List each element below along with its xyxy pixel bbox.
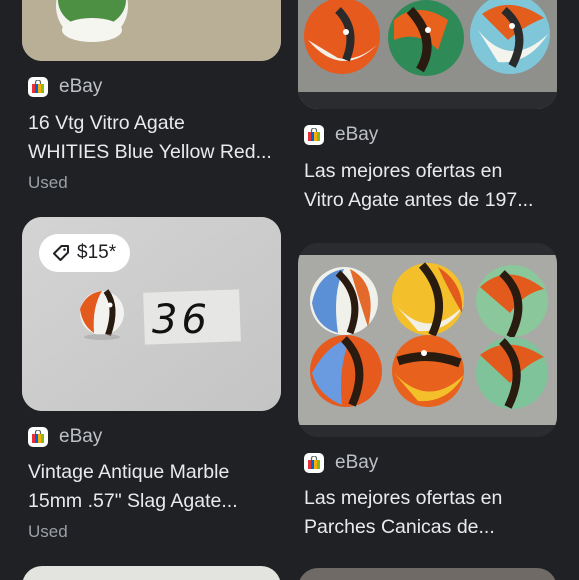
title-line: 15mm .57" Slag Agate...	[28, 490, 238, 512]
result-thumbnail[interactable]	[298, 243, 557, 437]
marble-photo	[22, 0, 281, 61]
result-source[interactable]: eBay	[304, 452, 378, 474]
ebay-shopping-bag-icon	[304, 453, 324, 473]
result-title[interactable]: 16 Vtg Vitro Agate WHITIES Blue Yellow R…	[28, 109, 290, 167]
image-results-grid: eBay 16 Vtg Vitro Agate WHITIES Blue Yel…	[0, 0, 579, 580]
title-line: 16 Vtg Vitro Agate	[28, 112, 185, 134]
result-thumbnail[interactable]	[298, 568, 557, 580]
source-label: eBay	[335, 452, 379, 473]
result-source[interactable]: eBay	[28, 76, 102, 98]
result-source[interactable]: eBay	[28, 426, 102, 448]
condition-label: Used	[28, 522, 68, 541]
result-thumbnail[interactable]	[298, 0, 557, 109]
price-tag-icon	[51, 243, 71, 263]
price-badge: $15*	[39, 234, 131, 272]
result-title[interactable]: Las mejores ofertas en Vitro Agate antes…	[304, 157, 566, 215]
title-line: Las mejores ofertas en	[304, 487, 503, 509]
ebay-shopping-bag-icon	[304, 125, 324, 145]
result-thumbnail[interactable]	[22, 566, 281, 580]
result-source[interactable]: eBay	[304, 124, 378, 146]
title-line: WHITIES Blue Yellow Red...	[28, 141, 272, 163]
source-label: eBay	[335, 124, 379, 145]
result-title[interactable]: Vintage Antique Marble 15mm .57" Slag Ag…	[28, 458, 290, 516]
condition-label: Used	[28, 173, 68, 192]
source-label: eBay	[59, 76, 103, 97]
marbles-grid-photo	[298, 243, 557, 437]
result-thumbnail[interactable]	[22, 0, 281, 61]
title-line: Las mejores ofertas en	[304, 160, 503, 182]
price-value: $15*	[77, 242, 117, 263]
handwritten-number: 36	[152, 297, 211, 343]
source-label: eBay	[59, 426, 103, 447]
title-line: Parches Canicas de...	[304, 516, 495, 538]
result-title[interactable]: Las mejores ofertas en Parches Canicas d…	[304, 484, 566, 542]
ebay-shopping-bag-icon	[28, 77, 48, 97]
result-thumbnail[interactable]: 36 $15*	[22, 217, 281, 411]
title-line: Vitro Agate antes de 197...	[304, 189, 534, 211]
marbles-photo	[298, 0, 557, 109]
title-line: Vintage Antique Marble	[28, 461, 230, 483]
ebay-shopping-bag-icon	[28, 427, 48, 447]
